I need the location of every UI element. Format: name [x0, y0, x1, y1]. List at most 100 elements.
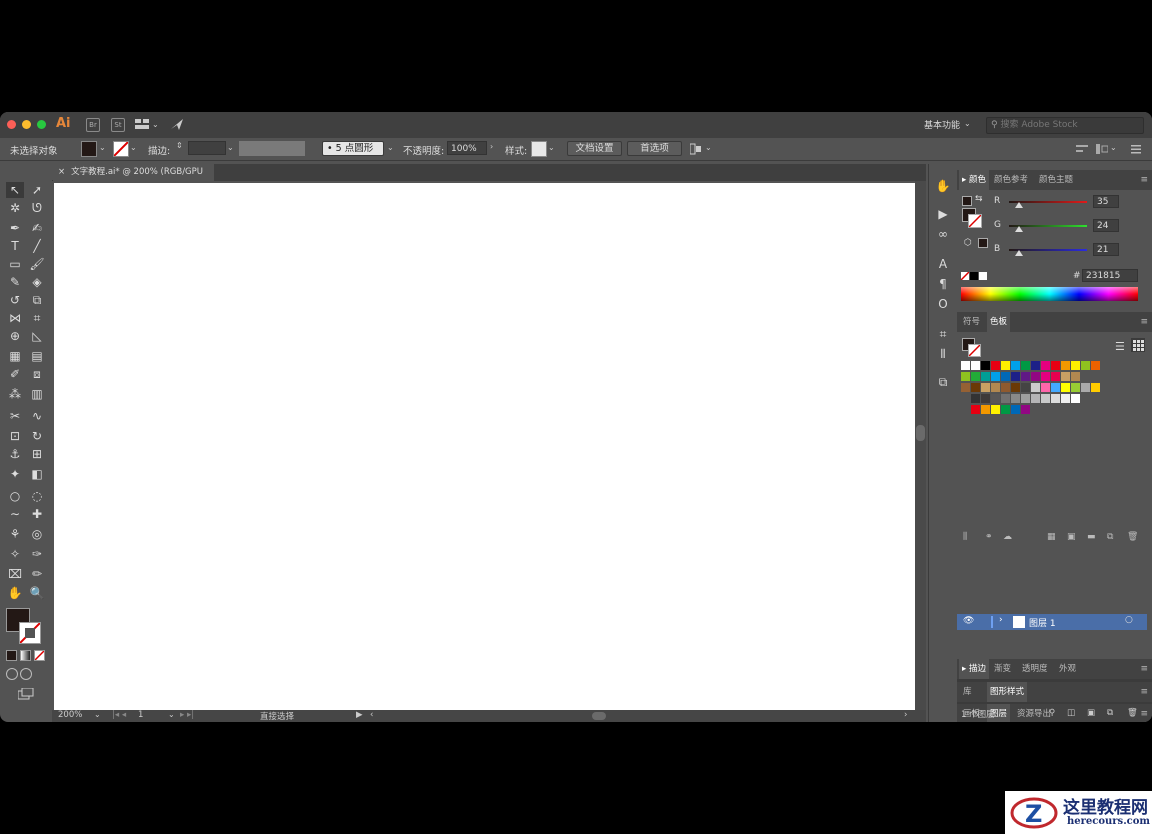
gradient-mode-button[interactable]: [20, 650, 31, 661]
eye-icon[interactable]: 👁: [963, 616, 974, 626]
color-swatch[interactable]: [1031, 383, 1040, 392]
color-swatch[interactable]: [971, 361, 980, 370]
color-swatch[interactable]: [1061, 372, 1070, 381]
width-tool-icon[interactable]: ⋈: [6, 310, 24, 326]
isolate-icon[interactable]: [1096, 143, 1109, 155]
panel-menu-icon[interactable]: ≡: [1140, 175, 1148, 185]
layer-name[interactable]: 图层 1: [1029, 616, 1056, 629]
zoom-window-button[interactable]: [37, 120, 46, 129]
folder-icon[interactable]: ▬: [1087, 532, 1096, 542]
brush-definition[interactable]: • 5 点圆形: [322, 141, 384, 156]
color-swatch[interactable]: [1051, 361, 1060, 370]
new-sublayer-icon[interactable]: ▣: [1087, 708, 1095, 718]
hand-tool-icon[interactable]: ✋: [6, 585, 24, 601]
shape-builder-tool-icon[interactable]: ⊕: [6, 328, 24, 344]
panel-menu-icon[interactable]: ≡: [1140, 664, 1148, 674]
list-view-icon[interactable]: ☰: [1115, 340, 1125, 353]
selection-tool-icon[interactable]: ↖: [6, 182, 24, 198]
color-swatch[interactable]: [981, 372, 990, 381]
draw-behind-icon[interactable]: [20, 668, 32, 680]
status-menu-icon[interactable]: ▶: [356, 710, 363, 720]
join-tool-icon[interactable]: ◎: [28, 526, 46, 542]
screen-mode-icon[interactable]: [17, 687, 34, 700]
ellipse-tool-icon[interactable]: ○: [6, 488, 24, 504]
color-swatch[interactable]: [1061, 394, 1070, 403]
stroke-weight-field[interactable]: [188, 141, 226, 155]
pen-tool-icon[interactable]: ✒: [6, 220, 24, 236]
symbol-sprayer-tool-icon[interactable]: ⁂: [6, 386, 24, 402]
blend-tool-icon[interactable]: ⧈: [28, 366, 46, 382]
feather-tool-icon[interactable]: ✧: [6, 546, 24, 562]
color-swatch[interactable]: [991, 361, 1000, 370]
artboard[interactable]: [54, 183, 915, 710]
paragraph-icon[interactable]: ¶: [935, 276, 951, 292]
color-swatch[interactable]: [981, 383, 990, 392]
tab-color-guide[interactable]: 颜色参考: [991, 170, 1031, 190]
swatch-libraries-icon[interactable]: ⫼: [963, 532, 967, 542]
new-swatch-icon[interactable]: ⧉: [1107, 532, 1113, 542]
magic-wand-tool-icon[interactable]: ✲: [6, 200, 24, 216]
color-swatch[interactable]: [1001, 372, 1010, 381]
draw-normal-icon[interactable]: [6, 668, 18, 680]
perspective-grid-tool-icon[interactable]: ◺: [28, 328, 46, 344]
chevron-down-icon[interactable]: ⌄: [227, 143, 234, 152]
color-swatch[interactable]: [1041, 372, 1050, 381]
chevron-down-icon[interactable]: ⌄: [548, 143, 555, 152]
paintbrush-tool-icon[interactable]: 🖌: [28, 256, 46, 272]
default-colors-icon[interactable]: [962, 196, 972, 206]
color-swatch[interactable]: [1071, 361, 1080, 370]
color-swatch[interactable]: [1001, 405, 1010, 414]
zoom-tool-icon[interactable]: 🔍: [28, 585, 46, 601]
delete-layer-icon[interactable]: 🗑: [1127, 708, 1138, 718]
puppet-icon[interactable]: ✋: [935, 178, 951, 194]
swatch-kinds-icon[interactable]: ☁: [1003, 532, 1012, 542]
clipping-mask-icon[interactable]: ◫: [1067, 708, 1075, 718]
color-panel-stroke[interactable]: [968, 214, 982, 228]
column-graph-tool-icon[interactable]: ▥: [28, 386, 46, 402]
puppet-warp-tool-icon[interactable]: ⚘: [6, 526, 24, 542]
fill-swatch[interactable]: [81, 141, 97, 157]
last-artboard-icon[interactable]: ▸ ▸|: [180, 710, 194, 720]
color-swatch[interactable]: [1061, 361, 1070, 370]
scale-tool-icon[interactable]: ⧉: [28, 292, 46, 308]
channel-b-value[interactable]: 21: [1093, 243, 1119, 256]
free-transform-tool-icon[interactable]: ⌗: [28, 310, 46, 326]
color-swatch[interactable]: [1041, 383, 1050, 392]
arrange-icon[interactable]: [689, 143, 702, 155]
type-tool-icon[interactable]: T: [6, 238, 24, 254]
channel-r-value[interactable]: 35: [1093, 195, 1119, 208]
color-swatch[interactable]: [1031, 394, 1040, 403]
expand-layer-icon[interactable]: ›: [999, 615, 1003, 625]
tab-color-themes[interactable]: 颜色主题: [1036, 170, 1076, 190]
slider-thumb[interactable]: [1015, 202, 1023, 208]
none-mode-button[interactable]: [34, 650, 45, 661]
cc-library-icon[interactable]: ⚭: [985, 532, 993, 542]
color-swatch[interactable]: [991, 383, 1000, 392]
target-icon[interactable]: ○: [1125, 615, 1133, 625]
graphic-style-swatch[interactable]: [531, 141, 547, 157]
variable-width-profile[interactable]: [239, 141, 305, 156]
scroll-right-icon[interactable]: ›: [904, 710, 907, 720]
artboard-tool-icon[interactable]: ⊡: [6, 428, 24, 444]
color-swatch[interactable]: [1001, 361, 1010, 370]
close-tab-icon[interactable]: ×: [58, 167, 65, 177]
none-color-swatch[interactable]: [961, 272, 969, 280]
transform-icon[interactable]: ⌗: [935, 326, 951, 342]
add-anchor-tool-icon[interactable]: ✚: [28, 506, 46, 522]
opacity-field[interactable]: 100%: [447, 141, 487, 155]
color-swatch[interactable]: [1081, 361, 1090, 370]
color-swatch[interactable]: [1041, 361, 1050, 370]
color-swatch[interactable]: [1011, 405, 1020, 414]
rotate-tool-icon[interactable]: ↺: [6, 292, 24, 308]
chevron-down-icon[interactable]: ⌄: [99, 143, 106, 152]
live-paint-tool-icon[interactable]: ✦: [6, 466, 24, 482]
swatch-grid[interactable]: [961, 361, 1151, 431]
color-swatch[interactable]: [1051, 383, 1060, 392]
eyedropper-tool-icon[interactable]: ✐: [6, 366, 24, 382]
chevron-down-icon[interactable]: ⌄: [94, 710, 101, 719]
slider-thumb[interactable]: [1015, 250, 1023, 256]
color-swatch[interactable]: [1091, 361, 1100, 370]
panel-menu-icon[interactable]: ≡: [1140, 317, 1148, 327]
slice-tool-icon[interactable]: ✂: [6, 408, 24, 424]
knife-tool-icon[interactable]: ✑: [28, 546, 46, 562]
